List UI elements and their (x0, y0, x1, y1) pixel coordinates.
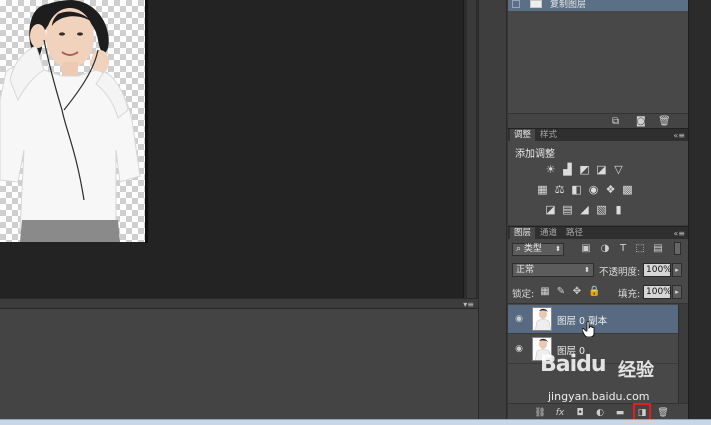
watermark-brand: Baidu (540, 352, 607, 377)
adjustment-row-2: ▦ ⚖ ◧ ◉ ❖ ▩ (536, 183, 634, 196)
color-balance-icon[interactable]: ⚖ (553, 183, 566, 196)
history-thumb-icon (530, 0, 542, 8)
selective-color-icon[interactable]: ▧ (595, 203, 608, 216)
layer-thumbnail[interactable] (532, 307, 552, 331)
eye-icon[interactable]: ◉ (514, 314, 524, 324)
posterize-icon[interactable]: ▤ (561, 203, 574, 216)
history-item[interactable]: 复制图层 (508, 0, 688, 11)
taskbar (0, 419, 711, 425)
right-scroll-strip (688, 0, 711, 420)
scrollbar-thumb[interactable] (467, 0, 476, 298)
lock-all-icon[interactable]: 🔒 (588, 286, 600, 298)
lock-transparent-icon[interactable]: ▦ (539, 286, 551, 298)
lock-row: 锁定: ▦ ✎ ✥ 🔒 填充: 100% ▸ (508, 283, 688, 301)
black-white-icon[interactable]: ◧ (570, 183, 583, 196)
smart-object-filter-icon[interactable]: ▤ (652, 243, 664, 255)
history-checkbox[interactable] (512, 0, 520, 8)
blend-row: 正常 ⬍ 不透明度: 100% ▸ (508, 261, 688, 279)
bottom-panel (0, 308, 478, 420)
type-filter-icon[interactable]: T (617, 243, 629, 255)
layers-filter-bar: ⌕ 类型 ⬍ ▣ ◑ T ⬚ ▤ (508, 239, 688, 259)
lock-brush-icon[interactable]: ✎ (555, 286, 567, 298)
filter-kind-select[interactable]: ⌕ 类型 ⬍ (512, 243, 564, 256)
blend-mode-select[interactable]: 正常 ⬍ (512, 263, 594, 277)
brightness-icon[interactable]: ☀ (544, 163, 557, 176)
chevron-down-icon: ⬍ (555, 245, 561, 253)
adjustments-panel: 添加调整 ☀ ▟ ◩ ◪ ▽ ▦ ⚖ ◧ ◉ ❖ ▩ ◪ ▤ ◢ ▧ ▮ (508, 141, 688, 225)
trash-icon[interactable]: 🗑 (658, 116, 671, 127)
woman-photo (0, 0, 141, 242)
exposure-icon[interactable]: ◪ (595, 163, 608, 176)
adjustment-row-3: ◪ ▤ ◢ ▧ ▮ (544, 203, 625, 216)
history-footer: ⧉ ◙ 🗑 (508, 113, 688, 128)
eye-icon[interactable]: ◉ (514, 344, 524, 354)
hand-cursor-icon (582, 321, 595, 337)
invert-icon[interactable]: ◪ (544, 203, 557, 216)
history-panel: 复制图层 ⧉ ◙ 🗑 (508, 0, 688, 128)
lock-label: 锁定: (512, 289, 535, 300)
vibrance-icon[interactable]: ▽ (612, 163, 625, 176)
canvas-edge (145, 0, 148, 243)
canvas-scrollbar[interactable] (463, 0, 478, 298)
canvas-area[interactable] (0, 0, 478, 298)
adjustments-tabbar: 调整 样式 «≡ (508, 128, 688, 142)
gradient-map-icon[interactable]: ▮ (612, 203, 625, 216)
fill-input[interactable]: 100% (643, 285, 672, 299)
fill-label: 填充: (618, 289, 641, 300)
watermark-url: jingyan.baidu.com (548, 390, 650, 403)
curves-icon[interactable]: ◩ (578, 163, 591, 176)
snapshot-camera-icon[interactable]: ◙ (636, 116, 646, 127)
threshold-icon[interactable]: ◢ (578, 203, 591, 216)
panel-dock-strip (478, 0, 507, 420)
shape-filter-icon[interactable]: ⬚ (634, 243, 646, 255)
pixel-filter-icon[interactable]: ▣ (580, 243, 592, 255)
new-document-from-state-icon[interactable]: ⧉ (612, 116, 619, 127)
layer-thumb-image (533, 308, 551, 330)
search-icon: ⌕ (516, 244, 524, 254)
baidu-watermark: Baidu 经验 jingyan.baidu.com (540, 352, 680, 412)
opacity-input[interactable]: 100% (643, 263, 672, 277)
document-canvas[interactable] (0, 0, 146, 242)
levels-icon[interactable]: ▟ (561, 163, 574, 176)
filter-kind-value: 类型 (523, 244, 542, 254)
channel-mixer-icon[interactable]: ❖ (604, 183, 617, 196)
adjustment-filter-icon[interactable]: ◑ (599, 243, 611, 255)
history-item-label: 复制图层 (550, 0, 587, 10)
blend-mode-value: 正常 (516, 265, 535, 275)
opacity-slider-arrow-icon[interactable]: ▸ (672, 263, 682, 277)
lock-move-icon[interactable]: ✥ (571, 286, 583, 298)
filter-toggle-switch[interactable] (674, 242, 681, 255)
color-lookup-icon[interactable]: ▩ (621, 183, 634, 196)
photoshop-window: ▾≡ 复制图层 ⧉ ◙ 🗑 调整 样式 «≡ 添加调整 ☀ ▟ ◩ ◪ ▽ ▦ … (0, 0, 711, 425)
watermark-cn: 经验 (618, 360, 654, 381)
hue-saturation-icon[interactable]: ▦ (536, 183, 549, 196)
adjustments-title: 添加调整 (515, 149, 555, 160)
layers-tabbar: 图层 通道 路径 «≡ (508, 226, 688, 240)
photo-filter-icon[interactable]: ◉ (587, 183, 600, 196)
adjustment-row-1: ☀ ▟ ◩ ◪ ▽ (544, 163, 625, 176)
fill-slider-arrow-icon[interactable]: ▸ (672, 285, 682, 299)
opacity-label: 不透明度: (599, 267, 641, 278)
chevron-down-icon: ⬍ (584, 266, 590, 274)
